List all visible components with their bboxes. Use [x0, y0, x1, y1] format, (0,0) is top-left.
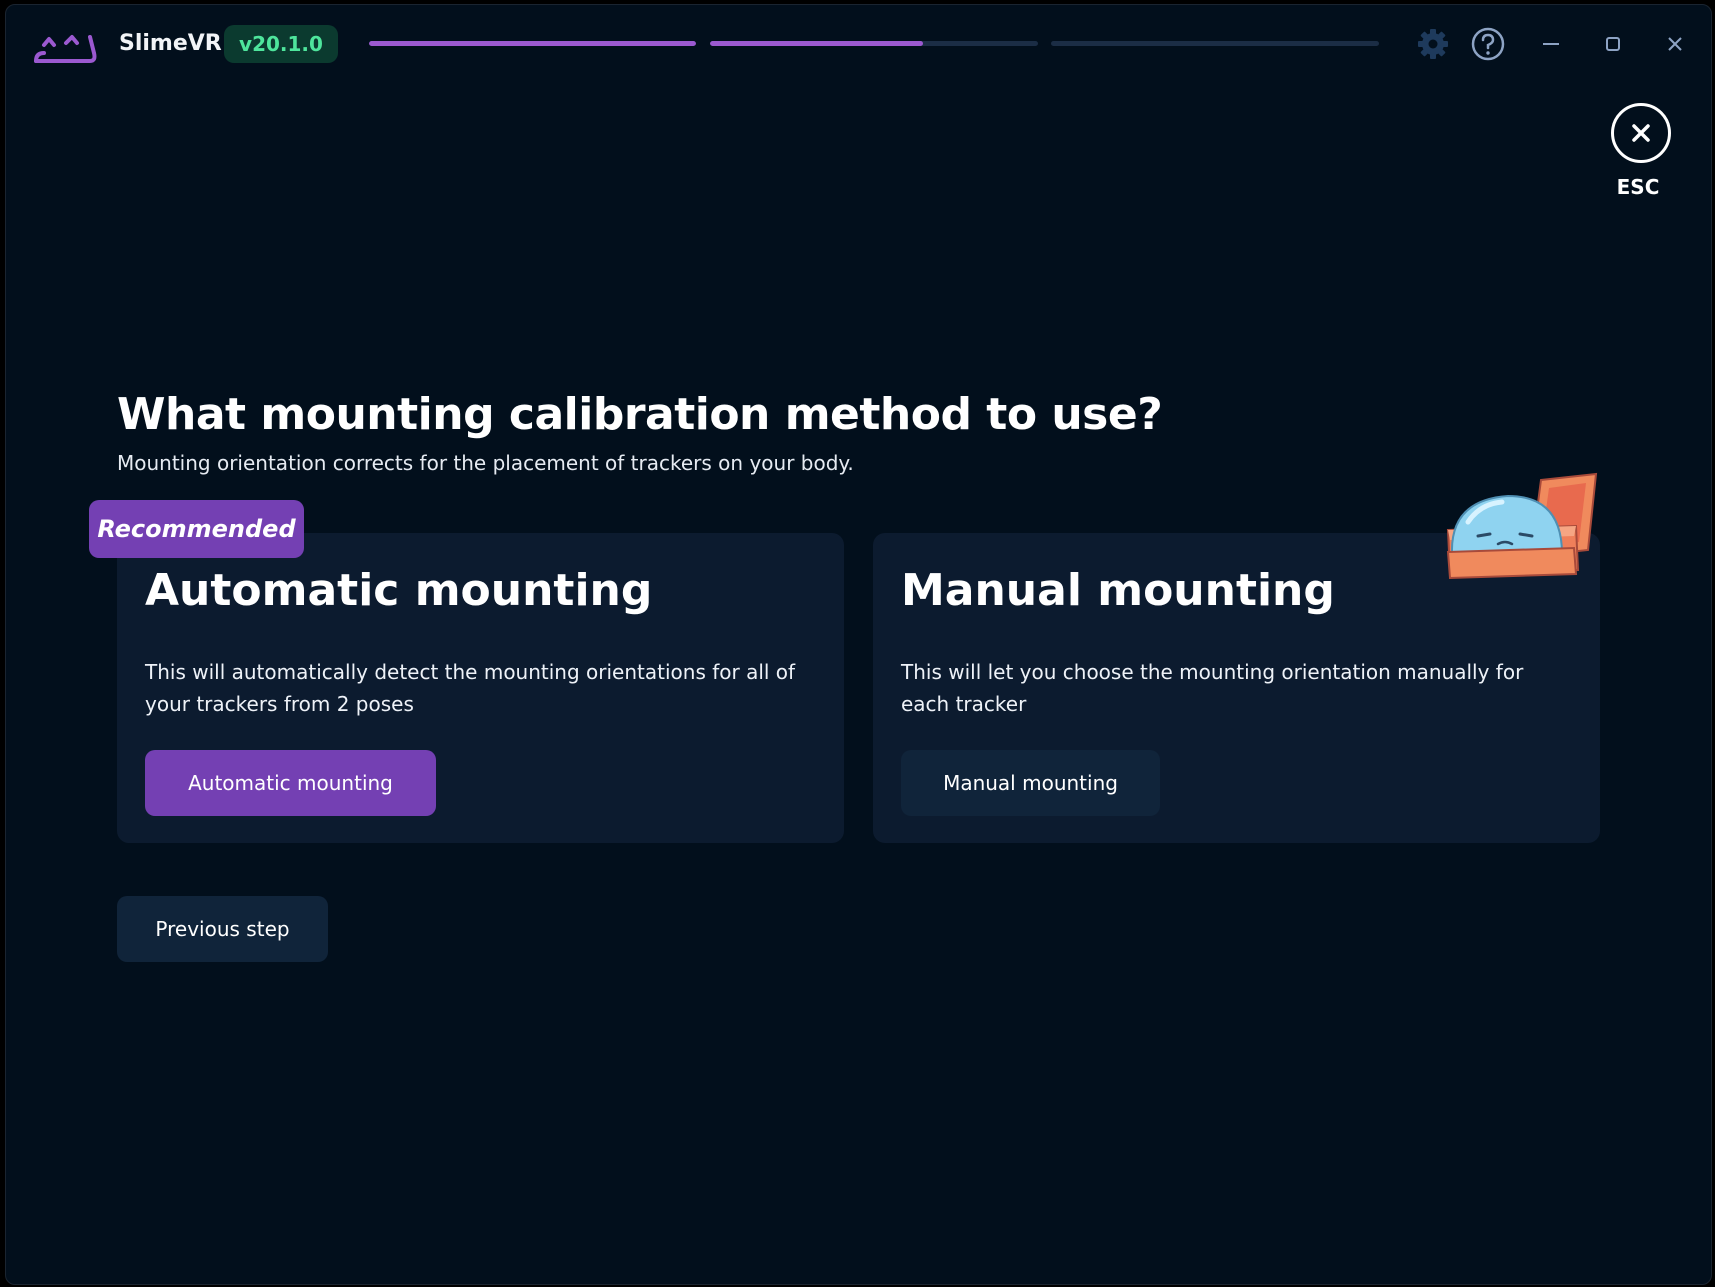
- manual-mounting-button[interactable]: Manual mounting: [901, 750, 1160, 816]
- help-icon[interactable]: [1469, 25, 1507, 63]
- automatic-mounting-description: This will automatically detect the mount…: [145, 660, 796, 716]
- close-window-icon[interactable]: [1664, 33, 1686, 55]
- esc-close-button[interactable]: ESC: [1601, 103, 1681, 203]
- close-circle-icon[interactable]: [1611, 103, 1671, 163]
- app-name: SlimeVR: [119, 31, 222, 56]
- esc-label: ESC: [1616, 175, 1660, 199]
- maximize-icon[interactable]: [1602, 33, 1624, 55]
- wizard-progress-step-2: [710, 41, 1038, 46]
- manual-mounting-description: This will let you choose the mounting or…: [901, 660, 1524, 716]
- minimize-icon[interactable]: [1538, 33, 1564, 55]
- version-badge[interactable]: v20.1.0: [224, 25, 338, 63]
- manual-mounting-title: Manual mounting: [901, 565, 1335, 616]
- automatic-mounting-title: Automatic mounting: [145, 565, 653, 616]
- wizard-progress-fill: [710, 41, 924, 46]
- automatic-mounting-card: Automatic mounting This will automatical…: [117, 533, 844, 843]
- wizard-progress-step-3: [1051, 41, 1379, 46]
- app-window: SlimeVR v20.1.0 ESC What mounting calibr…: [5, 4, 1712, 1285]
- previous-step-button[interactable]: Previous step: [117, 896, 328, 962]
- gear-icon[interactable]: [1414, 25, 1452, 63]
- automatic-mounting-button[interactable]: Automatic mounting: [145, 750, 436, 816]
- wizard-progress-fill: [369, 41, 696, 46]
- page-title: What mounting calibration method to use?: [117, 389, 1163, 440]
- wizard-progress-step-1: [369, 41, 696, 46]
- slime-mascot-illustration: [1446, 472, 1598, 580]
- title-bar[interactable]: SlimeVR v20.1.0: [6, 5, 1711, 81]
- page-subtitle: Mounting orientation corrects for the pl…: [117, 451, 854, 475]
- slimevr-logo-icon: [34, 35, 97, 63]
- recommended-badge: Recommended: [89, 500, 304, 558]
